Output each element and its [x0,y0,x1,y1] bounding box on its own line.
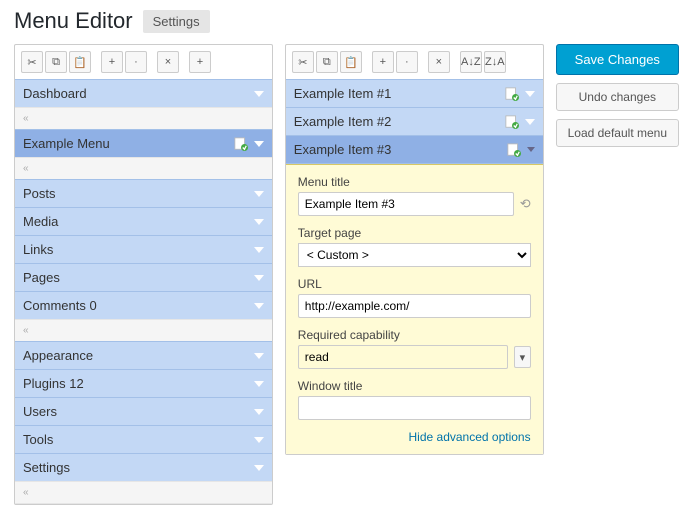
menu-item[interactable]: Plugins 12 [15,369,272,398]
menu-item[interactable]: Users [15,397,272,426]
chevron-down-icon[interactable] [254,409,264,415]
chevron-down-icon[interactable] [254,141,264,147]
chevron-down-icon[interactable] [525,119,535,125]
flag-icon [505,87,519,101]
capability-input[interactable] [298,345,508,369]
url-label: URL [298,277,531,291]
left-toolbar: ✂ ⧉ 📋 + · × + [15,45,272,80]
chevron-down-icon[interactable] [527,147,535,152]
menu-item-label: Plugins 12 [23,376,84,391]
flag-icon [234,137,248,151]
tab-settings[interactable]: Settings [143,10,210,33]
capability-label: Required capability [298,328,531,342]
menu-item[interactable]: Dashboard [15,79,272,108]
menu-item[interactable]: Comments 0 [15,291,272,320]
side-actions: Save Changes Undo changes Load default m… [556,44,679,147]
menu-item-label: Pages [23,270,60,285]
menu-item-label: Tools [23,432,53,447]
new-separator-button[interactable]: · [396,51,418,73]
menu-item[interactable]: Example Item #2 [286,107,543,136]
separator-row[interactable]: « [15,107,272,130]
menu-item[interactable]: Example Menu [15,129,272,158]
flag-icon [507,143,521,157]
sort-desc-button[interactable]: Z↓A [484,51,506,73]
chevron-down-icon[interactable] [254,381,264,387]
add-separator-before-button[interactable]: + [189,51,211,73]
left-panel: ✂ ⧉ 📋 + · × + Dashboard « Example Menu « Pos… [14,44,273,505]
copy-button[interactable]: ⧉ [316,51,338,73]
window-title-label: Window title [298,379,531,393]
reset-icon[interactable]: ⟲ [520,196,531,212]
delete-button[interactable]: × [157,51,179,73]
menu-item-label: Example Item #2 [294,114,392,129]
menu-item[interactable]: Settings [15,453,272,482]
menu-item[interactable]: Tools [15,425,272,454]
save-button[interactable]: Save Changes [556,44,679,75]
menu-title-label: Menu title [298,175,531,189]
chevron-down-icon[interactable] [254,275,264,281]
separator-row[interactable]: « [15,319,272,342]
capability-dropdown-button[interactable]: ▾ [514,346,530,368]
new-item-button[interactable]: + [372,51,394,73]
menu-item-label: Example Item #1 [294,86,392,101]
url-input[interactable] [298,294,531,318]
paste-button[interactable]: 📋 [340,51,362,73]
new-separator-button[interactable]: · [125,51,147,73]
chevron-down-icon[interactable] [254,219,264,225]
cut-button[interactable]: ✂ [21,51,43,73]
window-title-input[interactable] [298,396,531,420]
menu-item[interactable]: Media [15,207,272,236]
menu-item[interactable]: Links [15,235,272,264]
separator-row[interactable]: « [15,481,272,504]
menu-item-label: Example Menu [23,136,110,151]
chevron-down-icon[interactable] [254,303,264,309]
menu-title-input[interactable] [298,192,514,216]
menu-item-label: Example Item #3 [294,142,392,157]
menu-item[interactable]: Example Item #3 [286,135,543,164]
menu-item-label: Dashboard [23,86,87,101]
delete-button[interactable]: × [428,51,450,73]
target-page-label: Target page [298,226,531,240]
chevron-down-icon[interactable] [254,465,264,471]
chevron-down-icon[interactable] [254,247,264,253]
menu-item-label: Comments 0 [23,298,97,313]
chevron-down-icon[interactable] [254,437,264,443]
chevron-down-icon[interactable] [254,91,264,97]
menu-item-label: Media [23,214,58,229]
separator-row[interactable]: « [15,157,272,180]
item-details: Menu title ⟲ Target page < Custom > URL Requi… [286,164,543,454]
sort-asc-button[interactable]: A↓Z [460,51,482,73]
new-item-button[interactable]: + [101,51,123,73]
cut-button[interactable]: ✂ [292,51,314,73]
menu-item-label: Appearance [23,348,93,363]
load-default-button[interactable]: Load default menu [556,119,679,147]
menu-item[interactable]: Appearance [15,341,272,370]
menu-item-label: Users [23,404,57,419]
right-toolbar: ✂ ⧉ 📋 + · × A↓Z Z↓A [286,45,543,80]
chevron-down-icon[interactable] [254,191,264,197]
menu-item-label: Settings [23,460,70,475]
undo-button[interactable]: Undo changes [556,83,679,111]
menu-item[interactable]: Posts [15,179,272,208]
menu-item[interactable]: Pages [15,263,272,292]
chevron-down-icon[interactable] [254,353,264,359]
chevron-down-icon[interactable] [525,91,535,97]
copy-button[interactable]: ⧉ [45,51,67,73]
flag-icon [505,115,519,129]
target-page-select[interactable]: < Custom > [298,243,531,267]
right-panel: ✂ ⧉ 📋 + · × A↓Z Z↓A Example Item #1 Examp… [285,44,544,455]
menu-item[interactable]: Example Item #1 [286,79,543,108]
page-title: Menu Editor [14,8,133,34]
menu-item-label: Links [23,242,53,257]
hide-advanced-link[interactable]: Hide advanced options [298,430,531,444]
paste-button[interactable]: 📋 [69,51,91,73]
menu-item-label: Posts [23,186,56,201]
